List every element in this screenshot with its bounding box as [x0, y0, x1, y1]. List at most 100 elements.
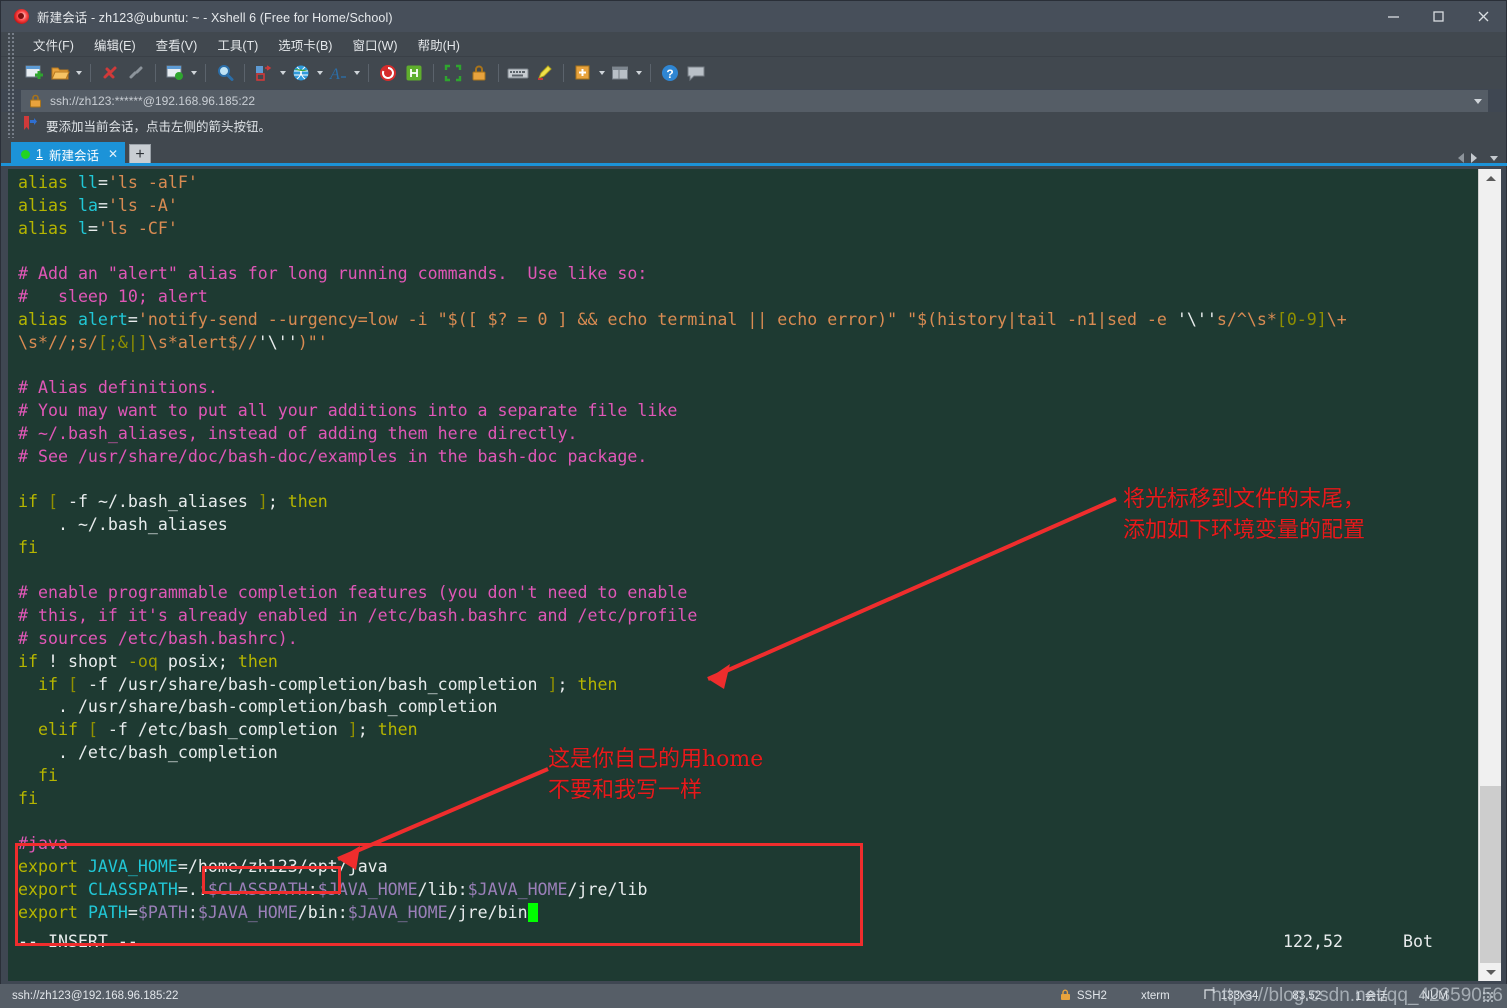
- toolbar-separator: [433, 64, 434, 82]
- terminal-line: # sources /etc/bash.bashrc).: [18, 628, 298, 648]
- tab-navigation: [1458, 153, 1498, 163]
- menu-file[interactable]: 文件(F): [23, 32, 84, 57]
- watermark: https://blog.csdn.net/qq_42359056: [1211, 985, 1503, 1006]
- hint-text: 要添加当前会话，点击左侧的箭头按钮。: [46, 119, 272, 134]
- status-protocol-chip: SSH2: [1060, 989, 1107, 1004]
- terminal-line: if ! shopt -oq posix; then: [18, 651, 278, 671]
- terminal-line: . /etc/bash_completion: [18, 742, 278, 762]
- globe-dropdown-icon[interactable]: [314, 60, 325, 86]
- disconnect-icon[interactable]: [97, 60, 123, 86]
- chevron-right-icon[interactable]: [1471, 153, 1477, 163]
- lock-icon[interactable]: [466, 60, 492, 86]
- title-bar: 新建会话 - zh123@ubuntu: ~ - Xshell 6 (Free …: [1, 1, 1506, 32]
- address-bar[interactable]: ssh://zh123:******@192.168.96.185:22: [21, 90, 1488, 112]
- toolbar: A ?: [1, 57, 1506, 89]
- minimize-button[interactable]: [1371, 1, 1416, 32]
- toolbar-separator: [244, 64, 245, 82]
- layout-dropdown-icon[interactable]: [277, 60, 288, 86]
- chevron-down-icon[interactable]: [1474, 98, 1482, 104]
- terminal-line: fi: [18, 537, 38, 557]
- menu-tools[interactable]: 工具(T): [207, 32, 268, 57]
- menu-help[interactable]: 帮助(H): [408, 32, 470, 57]
- open-folder-dropdown-icon[interactable]: [73, 60, 84, 86]
- font-dropdown-icon[interactable]: [351, 60, 362, 86]
- reconnect-icon[interactable]: [123, 60, 149, 86]
- status-connection: ssh://zh123@192.168.96.185:22: [12, 990, 179, 1002]
- terminal-scrollbar[interactable]: [1478, 169, 1501, 981]
- xftp-icon[interactable]: [401, 60, 427, 86]
- vim-scroll-position: Bot: [1403, 932, 1433, 951]
- screen: 新建会话 - zh123@ubuntu: ~ - Xshell 6 (Free …: [0, 0, 1507, 1008]
- scrollbar-thumb[interactable]: [1480, 786, 1501, 963]
- svg-text:A: A: [329, 66, 340, 83]
- window-controls: [1371, 1, 1506, 32]
- terminal-line: fi: [37, 765, 58, 785]
- terminal-line: # ~/.bash_aliases, instead of adding the…: [18, 423, 578, 443]
- toolbar-drag-grip[interactable]: [7, 32, 16, 151]
- menu-view[interactable]: 查看(V): [146, 32, 208, 57]
- xshell-window: 新建会话 - zh123@ubuntu: ~ - Xshell 6 (Free …: [0, 0, 1507, 998]
- add-session-hint: 要添加当前会话，点击左侧的箭头按钮。: [1, 112, 1506, 138]
- terminal-line: \s*//;s/[;&|]\s*alert$//'\'')"': [18, 332, 328, 352]
- close-icon[interactable]: ✕: [108, 147, 118, 161]
- terminal-line: # sleep 10; alert: [18, 286, 208, 306]
- terminal-line: alias alert='notify-send --urgency=low -…: [18, 309, 1347, 329]
- tab-status-dot-icon: [21, 149, 30, 159]
- menu-tabs[interactable]: 选项卡(B): [268, 32, 342, 57]
- globe-icon[interactable]: [288, 60, 314, 86]
- annotation-box-java-block: [15, 843, 863, 946]
- add-note-icon[interactable]: [570, 60, 596, 86]
- keyboard-icon[interactable]: [505, 60, 531, 86]
- status-emulation: xterm: [1140, 990, 1170, 1002]
- lock-icon: [29, 94, 42, 108]
- terminal-line: # enable programmable completion feature…: [18, 583, 688, 603]
- chat-icon[interactable]: [683, 60, 709, 86]
- file-transfer-icon[interactable]: [162, 60, 188, 86]
- terminal-panel: alias ll='ls -alF' alias la='ls -A' alias …: [8, 169, 1501, 981]
- split-view-icon[interactable]: [607, 60, 633, 86]
- terminal-line: if [ -f ~/.bash_aliases ]; then: [18, 492, 328, 512]
- terminal-line: # Alias definitions.: [18, 378, 218, 398]
- open-folder-icon[interactable]: [47, 60, 73, 86]
- find-icon[interactable]: [212, 60, 238, 86]
- fullscreen-icon[interactable]: [440, 60, 466, 86]
- toolbar-separator: [155, 64, 156, 82]
- close-button[interactable]: [1461, 1, 1506, 32]
- toolbar-separator: [498, 64, 499, 82]
- red-arrow-bookmark-icon: [23, 115, 37, 136]
- xshell-icon[interactable]: [375, 60, 401, 86]
- address-input[interactable]: ssh://zh123:******@192.168.96.185:22: [50, 94, 255, 108]
- maximize-button[interactable]: [1416, 1, 1461, 32]
- lock-icon: [1060, 989, 1071, 1004]
- file-transfer-dropdown-icon[interactable]: [188, 60, 199, 86]
- highlight-icon[interactable]: [531, 60, 557, 86]
- menu-edit[interactable]: 编辑(E): [84, 32, 146, 57]
- terminal-line: # Add an "alert" alias for long running …: [18, 264, 648, 284]
- chevron-down-icon[interactable]: [1490, 155, 1498, 161]
- tab-underline: [1, 163, 1507, 166]
- new-session-icon[interactable]: [21, 60, 47, 86]
- terminal-line: elif [ -f /etc/bash_completion ]; then: [37, 720, 418, 740]
- chevron-up-icon[interactable]: [1479, 169, 1502, 187]
- chevron-down-icon[interactable]: [1479, 963, 1502, 981]
- menu-bar: 文件(F) 编辑(E) 查看(V) 工具(T) 选项卡(B) 窗口(W) 帮助(…: [1, 32, 1506, 57]
- terminal-line: # See /usr/share/doc/bash-doc/examples i…: [18, 446, 648, 466]
- menu-window[interactable]: 窗口(W): [342, 32, 407, 57]
- terminal-line: alias ll='ls -alF': [18, 173, 198, 192]
- layout-icon[interactable]: [251, 60, 277, 86]
- xshell-spiral-logo-icon: [14, 9, 29, 24]
- split-view-dropdown-icon[interactable]: [633, 60, 644, 86]
- chevron-left-icon[interactable]: [1458, 153, 1464, 163]
- add-note-dropdown-icon[interactable]: [596, 60, 607, 86]
- terminal-line: . /usr/share/bash-completion/bash_comple…: [18, 697, 498, 717]
- annotation-box-home-path: [202, 866, 341, 894]
- tab-label: 新建会话: [48, 148, 99, 163]
- font-icon[interactable]: A: [325, 60, 351, 86]
- svg-text:?: ?: [666, 67, 673, 81]
- help-icon[interactable]: ?: [657, 60, 683, 86]
- terminal-line: fi: [18, 788, 38, 808]
